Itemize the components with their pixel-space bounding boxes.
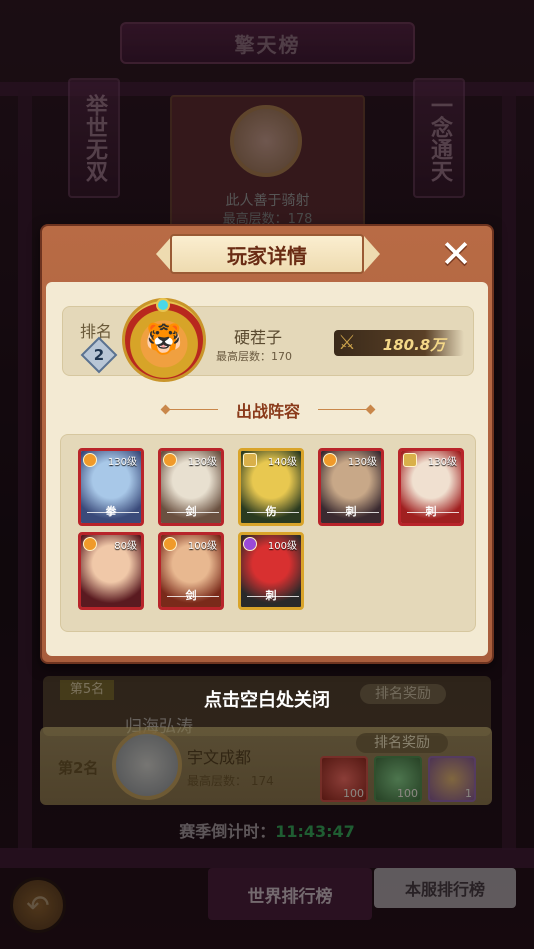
hero-card[interactable]: 80级 [78,532,144,610]
hero-role: 伤 [265,505,277,518]
hero-card[interactable]: 130级剑 [158,448,224,526]
hero-role: 刺 [265,589,277,602]
hero-faction-icon [323,453,337,467]
gem-icon [156,298,170,312]
hero-card[interactable]: 130级刺 [398,448,464,526]
hero-card[interactable]: 130级刺 [318,448,384,526]
hero-level: 80级 [114,541,137,552]
hero-level: 140级 [267,457,297,468]
hero-card[interactable]: 100级刺 [238,532,304,610]
divider-line [318,409,366,410]
hero-role: 刺 [345,505,357,518]
title-ornament-right [364,236,380,272]
hero-faction-icon [403,453,417,467]
hero-faction-icon [83,537,97,551]
hero-faction-icon [163,453,177,467]
hero-card[interactable]: 140级伤 [238,448,304,526]
hero-level: 130级 [347,457,377,468]
tiger-avatar-icon: 🐯 [145,322,183,357]
hero-role: 拳 [105,505,117,518]
hero-level: 100级 [267,541,297,552]
rank-value: 2 [93,346,105,364]
close-icon[interactable]: ✕ [436,234,476,274]
hero-level: 130级 [187,457,217,468]
hero-level: 130级 [427,457,457,468]
player-floor: 最高层数：170 [216,350,292,363]
hero-role: 剑 [185,589,197,602]
player-detail-modal: 玩家详情 ✕ 排名 2 🐯 硬茬子 最高层数：170 ⚔ 180.8万 出战阵容… [40,224,494,664]
hero-level: 100级 [187,541,217,552]
combat-power: 180.8万 [382,336,446,354]
modal-title: 玩家详情 [170,234,364,274]
hero-faction-icon [163,537,177,551]
close-hint: 点击空白处关闭 [204,690,330,711]
hero-faction-icon [83,453,97,467]
hero-card[interactable]: 100级剑 [158,532,224,610]
lineup-title: 出战阵容 [235,402,300,421]
hero-level: 130级 [107,457,137,468]
hero-role: 刺 [425,505,437,518]
hero-faction-icon [243,453,257,467]
crossed-swords-icon: ⚔ [338,330,356,354]
player-name: 硬茬子 [234,328,283,347]
hero-faction-icon [243,537,257,551]
hero-card[interactable]: 130级拳 [78,448,144,526]
hero-role: 剑 [185,505,197,518]
